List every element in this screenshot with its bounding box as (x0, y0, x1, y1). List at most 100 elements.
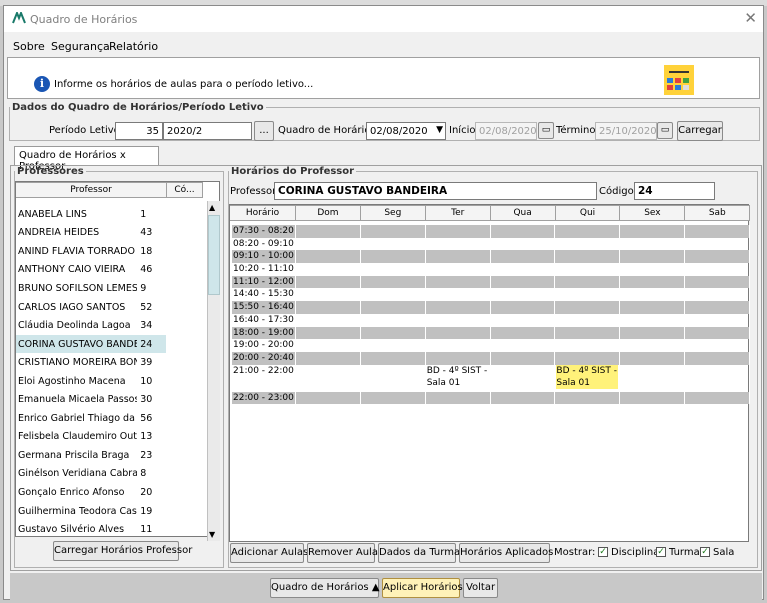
professor-row[interactable]: CORINA GUSTAVO BANDEIRA24 (16, 334, 166, 354)
schedule-cell[interactable] (361, 263, 426, 276)
schedule-cell[interactable] (296, 326, 361, 340)
schedule-cell[interactable] (426, 339, 491, 352)
col-qui[interactable]: Qui (555, 205, 621, 221)
schedule-cell[interactable] (296, 275, 361, 289)
schedule-cell[interactable] (296, 301, 361, 314)
schedule-cell[interactable] (685, 263, 750, 276)
schedule-cell[interactable] (491, 326, 556, 340)
col-dom[interactable]: Dom (296, 205, 361, 221)
schedule-cell[interactable] (361, 225, 426, 238)
scroll-down-icon[interactable]: ▼ (209, 530, 215, 539)
schedule-cell[interactable] (296, 391, 361, 405)
schedule-cell[interactable] (620, 326, 686, 340)
col-professor[interactable]: Professor (16, 182, 167, 198)
menu-seguranca[interactable]: Segurança (51, 40, 110, 53)
schedule-cell[interactable] (555, 301, 621, 314)
menu-relatorio[interactable]: Relatório (109, 40, 158, 53)
schedule-cell[interactable] (296, 237, 361, 251)
schedule-cell[interactable] (491, 391, 556, 405)
inicio-field[interactable]: 02/08/2020 (475, 122, 537, 140)
schedule-cell[interactable] (491, 250, 556, 264)
periodo-lookup-button[interactable]: ... (254, 121, 274, 141)
periodo-field[interactable]: 2020/2 (163, 122, 252, 140)
professor-row[interactable]: Enrico Gabriel Thiago da Silva56 (16, 409, 166, 428)
horarios-aplicados-button[interactable]: Horários Aplicados (459, 543, 553, 563)
schedule-cell[interactable] (361, 301, 426, 314)
professor-row[interactable]: Gonçalo Enrico Afonso 20 (16, 483, 166, 502)
checkbox-disciplina[interactable]: ✓ (598, 547, 608, 557)
schedule-cell[interactable] (685, 301, 750, 314)
professor-row[interactable]: Gustavo Silvério Alves 11 (16, 520, 166, 539)
col-sab[interactable]: Sab (685, 205, 751, 221)
schedule-cell[interactable] (555, 339, 621, 352)
schedule-cell[interactable] (685, 250, 750, 264)
class-entry-qui[interactable]: BD - 4º SIST - Sala 01 (556, 364, 619, 389)
scroll-thumb[interactable] (208, 215, 220, 295)
col-codigo[interactable]: Có... (167, 182, 203, 198)
col-horário[interactable]: Horário (230, 205, 296, 221)
schedule-cell[interactable] (296, 364, 361, 392)
schedule-cell[interactable] (555, 237, 621, 251)
schedule-cell[interactable] (620, 351, 686, 365)
periodo-num-field[interactable]: 35 (115, 122, 163, 140)
schedule-cell[interactable] (685, 225, 750, 238)
checkbox-sala[interactable]: ✓ (700, 547, 710, 557)
schedule-cell[interactable] (361, 351, 426, 365)
schedule-cell[interactable] (685, 351, 750, 365)
schedule-cell[interactable] (361, 288, 426, 302)
schedule-cell[interactable] (620, 301, 686, 314)
remover-aula-button[interactable]: Remover Aula (307, 543, 378, 563)
schedule-cell[interactable] (426, 275, 491, 289)
professor-row[interactable]: Eloi Agostinho Macena 10 (16, 372, 166, 391)
schedule-cell[interactable] (361, 313, 426, 327)
codigo-field[interactable]: 24 (634, 182, 715, 200)
professor-row[interactable]: Cláudia Deolinda Lagoa 34 (16, 316, 166, 335)
schedule-cell[interactable] (361, 326, 426, 340)
scroll-up-icon[interactable]: ▲ (209, 203, 215, 212)
schedule-cell[interactable] (426, 326, 491, 340)
schedule-cell[interactable] (426, 351, 491, 365)
schedule-cell[interactable] (555, 351, 621, 365)
schedule-cell[interactable] (296, 339, 361, 352)
schedule-cell[interactable] (555, 288, 621, 302)
schedule-cell[interactable] (361, 339, 426, 352)
professor-row[interactable]: Felisbela Claudemiro Outeiro13 (16, 428, 166, 447)
professor-row[interactable]: Ginélson Veridiana Cabral 8 (16, 465, 166, 484)
schedule-cell[interactable] (620, 364, 686, 392)
menu-sobre[interactable]: Sobre (13, 40, 45, 53)
schedule-cell[interactable] (491, 301, 556, 314)
schedule-cell[interactable] (426, 225, 491, 238)
schedule-cell[interactable] (491, 275, 556, 289)
schedule-cell[interactable] (620, 339, 686, 352)
schedule-cell[interactable] (426, 391, 491, 405)
schedule-cell[interactable] (426, 263, 491, 276)
professor-row[interactable]: Germana Priscila Braga 23 (16, 446, 166, 465)
professor-row[interactable]: BRUNO SOFILSON LEMES 9 (16, 279, 166, 298)
adicionar-aulas-button[interactable]: Adicionar Aulas (230, 543, 308, 563)
schedule-cell[interactable] (361, 250, 426, 264)
schedule-cell[interactable] (620, 313, 686, 327)
carregar-horarios-professor-button[interactable]: Carregar Horários Professor (53, 541, 192, 561)
schedule-cell[interactable] (555, 250, 621, 264)
schedule-cell[interactable] (491, 288, 556, 302)
schedule-cell[interactable] (426, 301, 491, 314)
schedule-cell[interactable] (426, 288, 491, 302)
professor-row[interactable]: CARLOS IAGO SANTOS 52 (16, 298, 166, 317)
schedule-cell[interactable] (296, 313, 361, 327)
schedule-cell[interactable] (361, 364, 426, 392)
professor-row[interactable]: Guilhermina Teodora Castanho19 (16, 502, 166, 521)
col-ter[interactable]: Ter (425, 205, 491, 221)
schedule-cell[interactable] (491, 339, 556, 352)
termino-calendar-icon[interactable]: ▭ (657, 122, 673, 139)
schedule-cell[interactable] (685, 275, 750, 289)
quadro-horarios-button[interactable]: Quadro de Horários ▲ (270, 578, 380, 598)
tab-quadro-professor[interactable]: Quadro de Horários x Professor (14, 146, 159, 172)
schedule-cell[interactable] (685, 237, 750, 251)
schedule-cell[interactable] (555, 313, 621, 327)
schedule-cell[interactable] (555, 326, 621, 340)
schedule-cell[interactable] (620, 391, 686, 405)
schedule-cell[interactable] (685, 288, 750, 302)
schedule-cell[interactable] (426, 313, 491, 327)
class-entry-ter[interactable]: BD - 4º SIST - Sala 01 (427, 365, 489, 389)
close-icon[interactable]: ✕ (744, 9, 757, 27)
